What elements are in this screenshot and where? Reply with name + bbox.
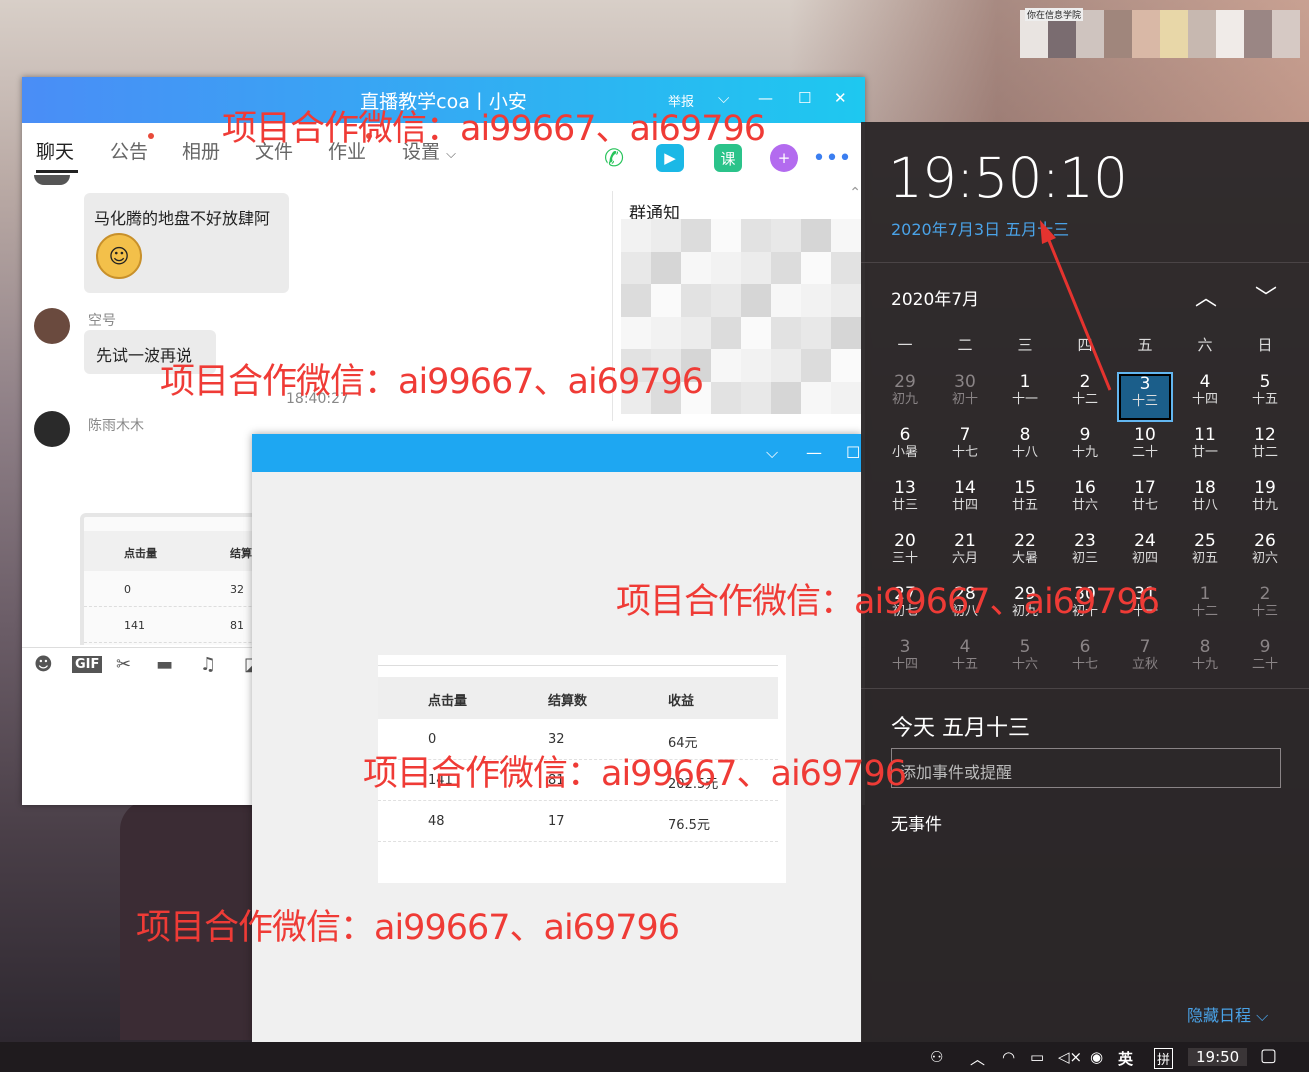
arrow-line [1046, 237, 1112, 391]
qq-icon[interactable]: ◉ [1090, 1048, 1103, 1066]
battery-icon[interactable]: ▭ [1030, 1048, 1044, 1066]
watermark: 项目合作微信：ai99667、ai69796 [136, 908, 680, 948]
chevron-up-icon[interactable]: ︿ [970, 1048, 985, 1069]
wifi-icon[interactable]: ◠ [1002, 1048, 1015, 1066]
watermark: 项目合作微信：ai99667、ai69796 [616, 582, 1160, 622]
watermark: 项目合作微信：ai99667、ai69796 [160, 362, 704, 402]
ime-language[interactable]: 英 [1118, 1048, 1133, 1069]
watermark: 项目合作微信：ai99667、ai69796 [363, 754, 907, 794]
notification-icon[interactable]: ▢ [1260, 1045, 1277, 1066]
watermark: 项目合作微信：ai99667、ai69796 [222, 109, 766, 149]
volume-mute-icon[interactable]: ◁× [1058, 1048, 1082, 1066]
taskbar-clock[interactable]: 19:50 [1188, 1048, 1248, 1066]
taskbar: ⚇ ︿ ◠ ▭ ◁× ◉ 英 拼 19:50 ▢ [0, 1042, 1309, 1072]
ime-mode[interactable]: 拼 [1154, 1048, 1174, 1069]
arrow-head [1040, 220, 1056, 244]
people-icon[interactable]: ⚇ [930, 1048, 943, 1066]
